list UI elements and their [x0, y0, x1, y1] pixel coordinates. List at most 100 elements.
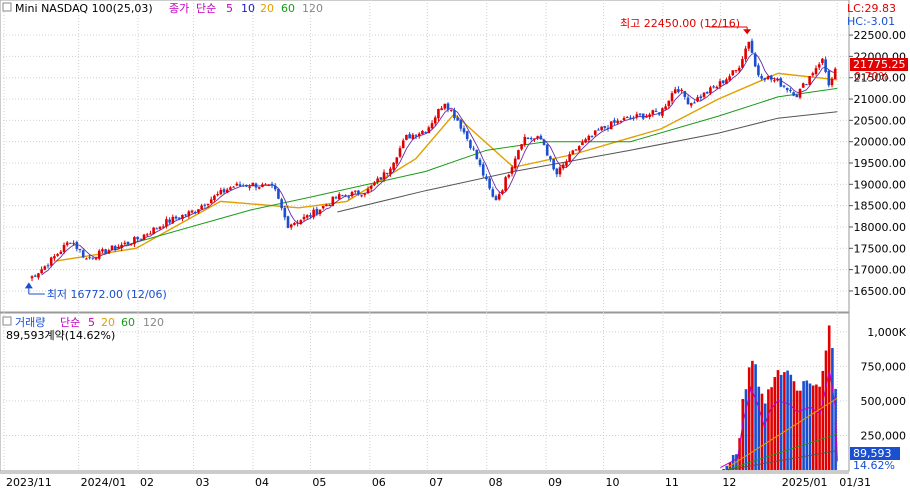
- volume-bar: [722, 469, 725, 470]
- chart-canvas: 16500.00 17000.00 17500.00 18000.00 18500.00…: [0, 0, 908, 489]
- candle-body: [408, 134, 411, 139]
- candle-body: [321, 205, 325, 209]
- price-right-info: LC:29.83 HC:-3.01 21775.25 0.70%: [847, 2, 908, 83]
- candle-body: [353, 190, 357, 192]
- volume-ma-60-label: 60: [121, 316, 135, 329]
- candle-body: [350, 192, 354, 197]
- volume-bar: [799, 390, 802, 470]
- candle-body: [485, 176, 488, 180]
- panel-toggle-icon[interactable]: [2, 2, 12, 12]
- volume-ma-120-label: 120: [143, 316, 164, 329]
- volume-label: 거래량: [15, 316, 45, 329]
- candle-body: [721, 80, 725, 84]
- price-tick-label: 18500.00: [854, 200, 907, 213]
- candle-body: [133, 237, 136, 245]
- candle-body: [181, 215, 184, 219]
- volume-ma-20-label: 20: [101, 316, 115, 329]
- volume-bar: [773, 377, 777, 470]
- candle-body: [709, 87, 712, 94]
- candle-body: [785, 87, 789, 91]
- candle-body: [328, 205, 331, 207]
- candle-body: [741, 59, 744, 68]
- candle-body: [827, 70, 831, 86]
- candle-body: [325, 204, 328, 207]
- candle-body: [245, 184, 248, 187]
- candle-body: [421, 130, 424, 135]
- volume-tick-label: 250,000: [861, 429, 907, 442]
- price-tick-label: 19500.00: [854, 157, 907, 170]
- candle-body: [232, 186, 235, 188]
- candle-body: [363, 193, 367, 195]
- candle-body: [680, 89, 683, 91]
- candle-body: [296, 222, 299, 224]
- candle-body: [587, 135, 591, 141]
- volume-bar: [751, 360, 754, 470]
- candle-body: [334, 197, 338, 199]
- candle-body: [750, 40, 754, 53]
- candle-body: [171, 216, 175, 224]
- candle-body: [731, 70, 735, 76]
- volume-panel-toggle-icon[interactable]: [2, 316, 12, 326]
- candle-body: [283, 207, 287, 218]
- candle-body: [101, 249, 104, 252]
- candle-body: [597, 129, 600, 131]
- candle-body: [705, 91, 709, 94]
- candle-body: [430, 123, 434, 129]
- candle-body: [33, 275, 37, 277]
- candle-body: [277, 188, 280, 199]
- candle-body: [184, 214, 187, 216]
- candle-body: [488, 178, 491, 189]
- candle-body: [161, 226, 165, 228]
- candle-body: [641, 113, 645, 119]
- volume-y-axis: 250,000 500,000 750,000 1,000K: [861, 326, 907, 443]
- candle-body: [145, 234, 149, 236]
- ma-20-label: 20: [260, 2, 274, 15]
- candle-body: [174, 216, 178, 219]
- candle-body: [302, 216, 306, 220]
- candle-body: [593, 130, 597, 135]
- candle-body: [459, 119, 463, 129]
- candle-body: [30, 276, 34, 279]
- candle-body: [369, 186, 373, 189]
- candle-body: [440, 108, 443, 111]
- candle-body: [225, 189, 229, 193]
- candle-body: [318, 209, 322, 214]
- candle-body: [126, 241, 130, 245]
- candle-body: [773, 80, 776, 82]
- candle-body: [209, 199, 213, 204]
- candle-body: [379, 177, 383, 180]
- candle-body: [216, 194, 219, 196]
- candle-body: [427, 127, 431, 134]
- candle-body: [683, 91, 687, 97]
- candle-body: [395, 157, 399, 164]
- date-label: 05: [312, 476, 326, 489]
- candle-body: [72, 243, 75, 245]
- candle-body: [203, 204, 207, 206]
- volume-bar: [779, 374, 783, 470]
- candle-body: [155, 228, 159, 230]
- candle-body: [590, 135, 594, 137]
- date-label: 2024/01: [81, 476, 127, 489]
- candle-body: [453, 110, 456, 119]
- price-tick-label: 20500.00: [854, 114, 907, 127]
- candle-body: [817, 64, 821, 68]
- hc-label: HC:-3.01: [847, 15, 895, 28]
- candle-body: [558, 167, 562, 175]
- candle-body: [715, 86, 719, 89]
- volume-bar: [811, 385, 815, 470]
- candle-body: [257, 187, 261, 189]
- volume-bar: [754, 364, 757, 470]
- candle-body: [536, 136, 539, 139]
- candle-body: [632, 117, 635, 119]
- price-tick-label: 18000.00: [854, 221, 907, 234]
- candle-body: [744, 48, 747, 60]
- candle-body: [638, 113, 642, 115]
- candle-body: [197, 209, 200, 213]
- price-panel: [0, 0, 850, 313]
- candle-body: [462, 128, 466, 133]
- volume-bar: [827, 325, 831, 470]
- candle-body: [200, 205, 203, 210]
- close-label: 종가: [169, 2, 189, 15]
- candle-body: [613, 120, 616, 123]
- candle-body: [168, 219, 171, 223]
